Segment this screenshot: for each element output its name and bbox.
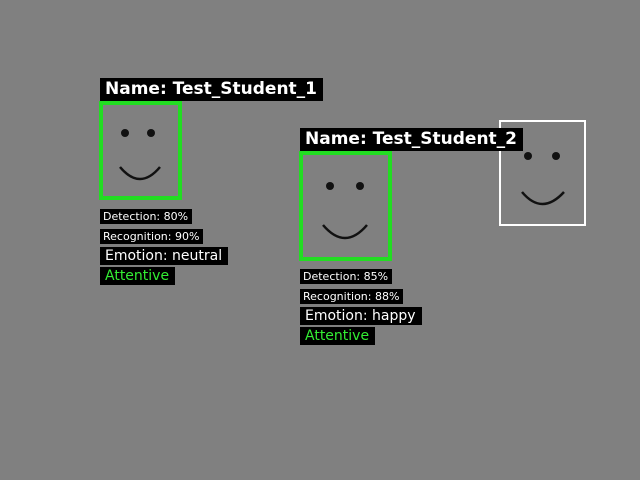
face-1-bounding-box [99, 101, 182, 200]
video-frame: Name: Test_Student_1 Detection: 80% Reco… [0, 0, 640, 480]
face-1-emotion-label: Emotion: neutral [100, 247, 229, 265]
face-1-detection-label: Detection: 80% [100, 209, 193, 224]
face-1-recognition-label: Recognition: 90% [100, 229, 204, 244]
face-2-emotion-label: Emotion: happy [300, 307, 422, 325]
face-1-attention-label: Attentive [100, 267, 176, 285]
face-2-bounding-box [299, 151, 392, 261]
face-1-smiley-icon [119, 129, 161, 181]
face-2-recognition-label: Recognition: 88% [300, 289, 404, 304]
face-1-name-label: Name: Test_Student_1 [100, 78, 324, 101]
face-2-name-label: Name: Test_Student_2 [300, 128, 524, 151]
face-2-smiley-icon [322, 182, 368, 240]
face-2-attention-label: Attentive [300, 327, 376, 345]
face-2-detection-label: Detection: 85% [300, 269, 393, 284]
